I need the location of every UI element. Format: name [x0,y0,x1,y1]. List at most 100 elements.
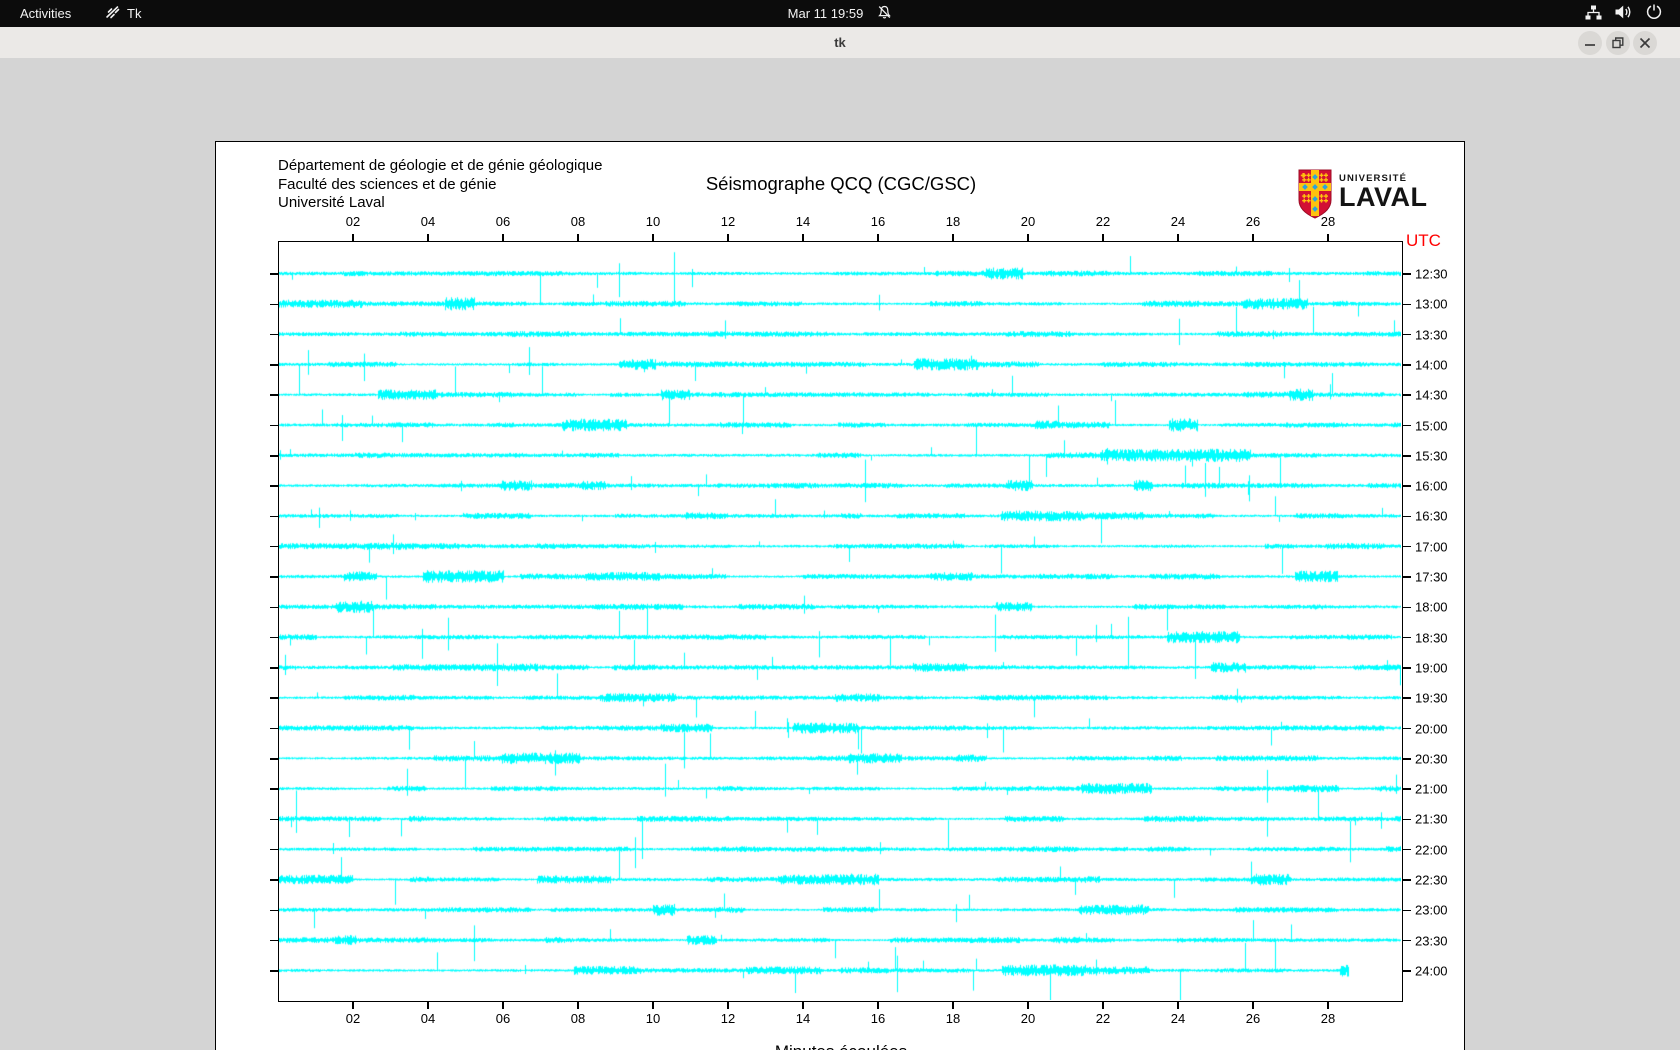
x-tick-bottom [352,1002,354,1009]
system-status-menu[interactable] [1581,0,1666,27]
trace-row-tick-left [270,424,278,427]
trace-row-tick-left [270,606,278,609]
trace-row-label: 21:00 [1415,781,1448,797]
trace-row-label: 22:00 [1415,842,1448,858]
power-icon [1646,4,1662,23]
trace-row-label: 17:00 [1415,539,1448,555]
x-tick-label-top: 24 [1170,214,1186,229]
trace-row-tick-right [1403,727,1411,730]
x-tick-bottom [1252,1002,1254,1009]
x-tick-top [427,234,429,241]
trace-row-label: 19:00 [1415,660,1448,676]
header-line-1: Département de géologie et de génie géol… [278,157,603,174]
trace-row-label: 13:00 [1415,296,1448,312]
x-tick-label-top: 14 [795,214,811,229]
notifications-muted-icon [877,5,892,23]
x-tick-label-top: 04 [420,214,436,229]
x-tick-top [1252,234,1254,241]
trace-row-tick-right [1403,606,1411,609]
trace-row-label: 14:30 [1415,387,1448,403]
utc-label: UTC [1406,231,1441,250]
trace-row-tick-left [270,667,278,669]
x-tick-label-bottom: 26 [1245,1011,1261,1026]
x-tick-top [652,234,654,241]
xaxis-title: Minutes écoulées [775,1042,907,1050]
trace-row-label: 19:30 [1415,690,1448,706]
trace-row-label: 20:00 [1415,721,1448,736]
trace-row-tick-left [270,970,278,972]
x-tick-label-top: 10 [645,214,661,229]
x-tick-bottom [802,1002,804,1009]
gnome-top-bar: Activities Tk Mar 11 19:59 [0,0,1680,27]
trace-row-label: 21:30 [1415,811,1448,827]
chart-title: Séismographe QCQ (CGC/GSC) [705,173,977,194]
x-tick-label-top: 08 [570,214,586,229]
trace-row-tick-right [1403,848,1411,851]
trace-row-tick-left [270,545,278,548]
trace-row-tick-right [1403,394,1411,396]
header-line-3: Université Laval [278,194,385,211]
trace-row-tick-left [270,879,278,881]
trace-row-tick-right [1403,515,1411,518]
trace-row-tick-left [270,515,278,518]
trace-row-label: 23:00 [1415,902,1448,918]
trace-row-label: 22:30 [1415,872,1448,888]
minimize-button[interactable] [1578,31,1602,55]
x-tick-label-top: 06 [495,214,511,229]
trace-row-tick-right [1403,485,1411,487]
trace-row-tick-right [1403,879,1411,881]
x-tick-top [577,234,579,241]
x-tick-top [352,234,354,241]
trace-row-tick-right [1403,455,1411,457]
x-tick-label-bottom: 24 [1170,1011,1186,1026]
clock-label: Mar 11 19:59 [787,6,864,21]
trace-row-tick-right [1403,697,1411,699]
x-tick-top [802,234,804,241]
trace-row-tick-right [1403,424,1411,427]
x-tick-top [1102,234,1104,241]
trace-row-label: 16:30 [1415,508,1448,524]
x-tick-label-top: 18 [945,214,961,229]
trace-row-label: 14:00 [1415,357,1448,373]
x-tick-label-bottom: 08 [570,1011,586,1026]
x-tick-bottom [577,1002,579,1009]
trace-row-tick-right [1403,333,1411,336]
x-tick-label-bottom: 16 [870,1011,886,1026]
trace-row-tick-right [1403,273,1411,275]
trace-row-tick-left [270,758,278,760]
trace-row-tick-left [270,394,278,396]
trace-row-tick-left [270,364,278,366]
trace-row-tick-left [270,485,278,487]
seismograph-plot-frame [278,241,1403,1002]
trace-row-label: 18:00 [1415,599,1448,615]
trace-row-label: 13:30 [1415,327,1448,343]
trace-canvas [279,242,1401,1000]
trace-row-tick-left [270,273,278,275]
trace-row-tick-right [1403,909,1411,912]
x-tick-label-bottom: 12 [720,1011,736,1026]
trace-row-tick-left [270,788,278,790]
x-tick-label-top: 20 [1020,214,1036,229]
maximize-button[interactable] [1606,31,1630,55]
trace-row-tick-right [1403,545,1411,548]
trace-row-tick-left [270,848,278,851]
trace-row-tick-right [1403,758,1411,760]
window-titlebar[interactable]: tk [0,27,1680,59]
x-tick-top [952,234,954,241]
close-button[interactable] [1633,31,1657,55]
x-tick-bottom [502,1002,504,1009]
trace-row-tick-left [270,727,278,730]
x-tick-top [877,234,879,241]
clock-menu-button[interactable]: Mar 11 19:59 [0,0,1680,27]
x-tick-top [502,234,504,241]
x-tick-bottom [652,1002,654,1009]
x-tick-label-bottom: 04 [420,1011,436,1026]
trace-row-tick-left [270,909,278,912]
x-tick-bottom [727,1002,729,1009]
x-tick-top [1027,234,1029,241]
trace-row-tick-left [270,636,278,639]
trace-row-label: 20:30 [1415,751,1448,767]
trace-row-label: 15:30 [1415,448,1448,464]
x-tick-label-bottom: 28 [1320,1011,1336,1026]
trace-row-tick-right [1403,970,1411,972]
